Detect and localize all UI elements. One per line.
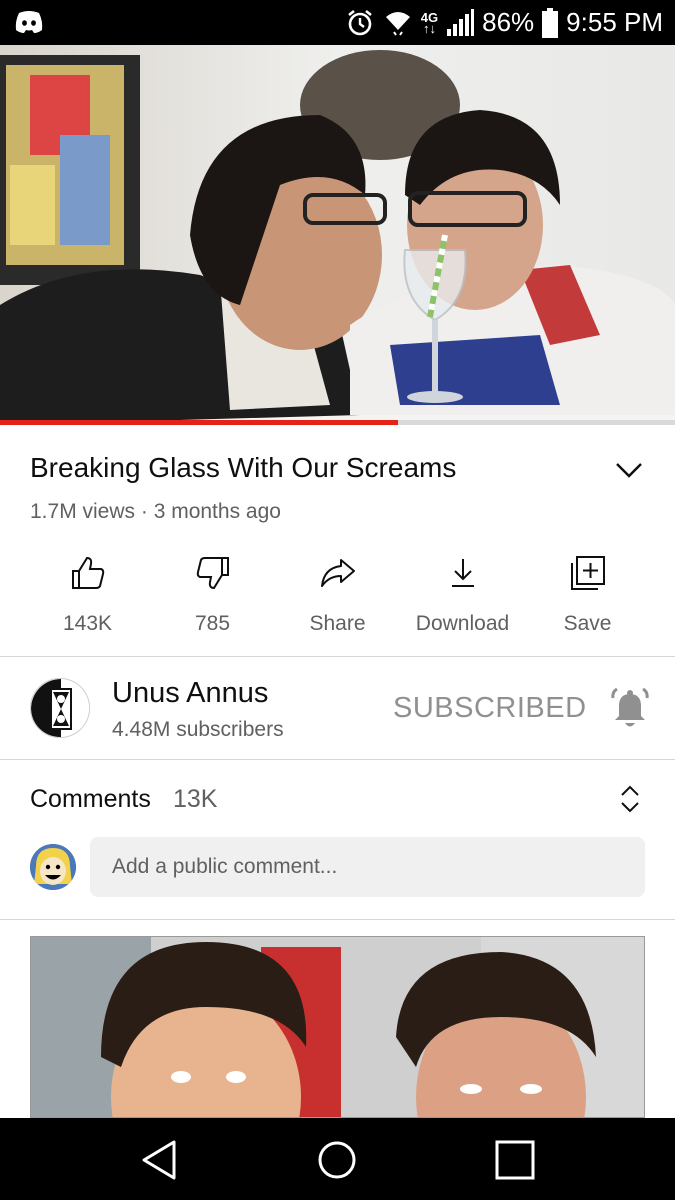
battery-percent: 86% <box>482 7 535 37</box>
thumbnail-image <box>31 937 644 1117</box>
comment-placeholder: Add a public comment... <box>112 855 338 878</box>
battery-icon <box>542 7 559 38</box>
signal-icon <box>447 8 475 36</box>
notification-bell-icon[interactable] <box>610 688 650 730</box>
alarm-icon <box>347 9 372 35</box>
status-bar: 4G ↑↓ 86% 9:55 PM <box>0 0 675 45</box>
action-bar: 143K 785 Share Download Save <box>30 550 645 640</box>
network-indicator: 4G ↑↓ <box>420 9 439 36</box>
download-icon <box>451 559 474 587</box>
video-frame <box>0 45 675 425</box>
next-video-thumbnail[interactable] <box>30 936 645 1118</box>
download-label: Download <box>415 612 510 635</box>
clock: 9:55 PM <box>566 7 663 37</box>
comments-count: 13K <box>173 785 218 813</box>
video-progress-bar[interactable] <box>0 420 675 425</box>
chevron-down-icon[interactable] <box>614 458 644 482</box>
like-count: 143K <box>62 612 113 635</box>
user-avatar[interactable] <box>30 844 76 890</box>
download-button[interactable]: Download <box>405 550 520 640</box>
channel-name[interactable]: Unus Annus <box>112 677 268 710</box>
video-meta: 1.7M views · 3 months ago <box>30 500 281 523</box>
discord-icon <box>15 11 43 33</box>
system-nav-bar <box>0 1118 675 1200</box>
share-label: Share <box>309 612 366 635</box>
dislike-count: 785 <box>194 612 231 635</box>
share-button[interactable]: Share <box>280 550 395 640</box>
video-title-row[interactable]: Breaking Glass With Our Screams <box>30 450 650 486</box>
channel-avatar[interactable] <box>30 678 90 738</box>
thumbs-up-icon <box>71 556 104 589</box>
comment-input[interactable]: Add a public comment... <box>90 837 645 897</box>
comments-heading[interactable]: Comments <box>30 785 151 814</box>
video-player[interactable] <box>0 45 675 425</box>
share-icon <box>320 559 355 587</box>
divider <box>0 919 675 920</box>
divider <box>0 656 675 657</box>
dislike-button[interactable]: 785 <box>155 550 270 640</box>
thumbs-down-icon <box>196 557 229 590</box>
home-icon[interactable] <box>313 1136 361 1184</box>
wifi-icon <box>385 11 410 36</box>
save-playlist-icon <box>570 556 605 590</box>
divider <box>0 759 675 760</box>
video-progress-fill <box>0 420 399 425</box>
subscribe-button[interactable]: SUBSCRIBED <box>393 692 587 725</box>
video-title: Breaking Glass With Our Screams <box>30 452 457 483</box>
subscriber-count: 4.48M subscribers <box>112 718 284 741</box>
expand-collapse-icon[interactable] <box>618 784 642 814</box>
recent-apps-icon[interactable] <box>491 1136 539 1184</box>
save-button[interactable]: Save <box>530 550 645 640</box>
like-button[interactable]: 143K <box>30 550 145 640</box>
back-icon[interactable] <box>136 1136 184 1184</box>
save-label: Save <box>563 612 612 635</box>
